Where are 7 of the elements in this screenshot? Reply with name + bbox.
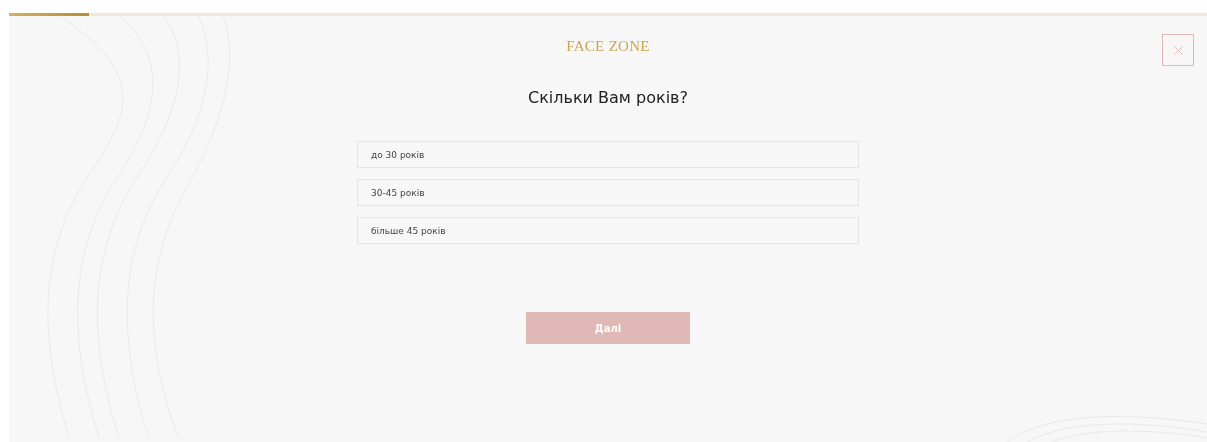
answer-option[interactable]: більше 45 років — [357, 217, 859, 244]
question-title: Скільки Вам років? — [528, 88, 688, 107]
close-icon — [1173, 45, 1183, 55]
logo-text: FACE ZONE — [566, 38, 650, 55]
close-button[interactable] — [1162, 34, 1194, 66]
answer-option[interactable]: до 30 років — [357, 141, 859, 168]
answer-option[interactable]: 30-45 років — [357, 179, 859, 206]
